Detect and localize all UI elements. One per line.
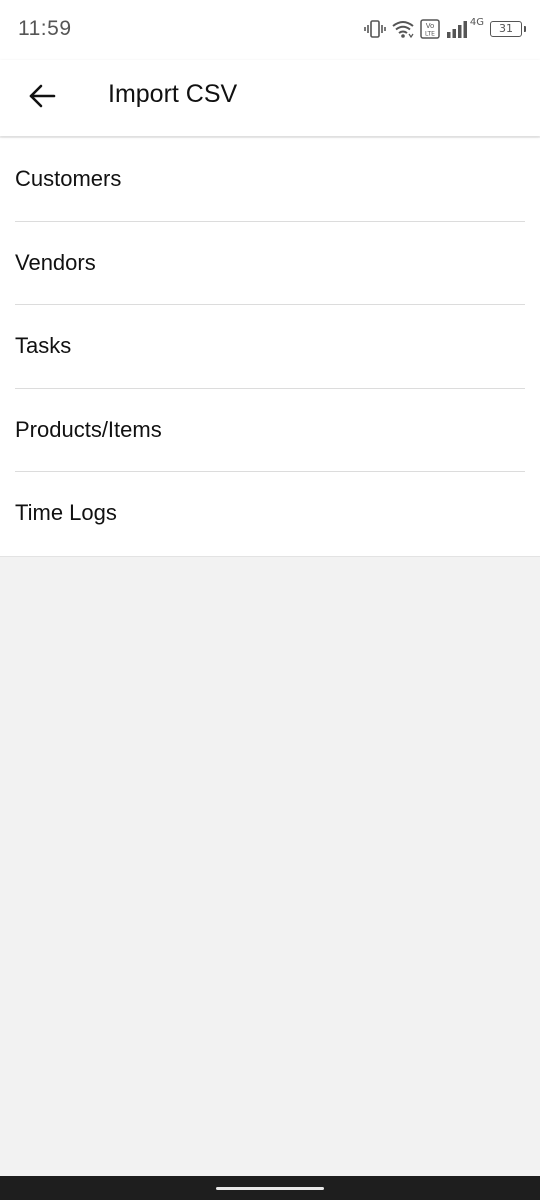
vibrate-icon <box>364 19 386 39</box>
home-indicator[interactable] <box>216 1187 324 1190</box>
signal-icon <box>446 19 468 39</box>
screen: 11:59 Vo LTE 4G 31 Import CSV Customers … <box>0 0 540 1200</box>
wifi-icon <box>392 19 414 39</box>
navigation-bar <box>0 1176 540 1200</box>
list-item-time-logs[interactable]: Time Logs <box>0 472 540 556</box>
page-title: Import CSV <box>108 80 238 108</box>
battery-level: 31 <box>499 22 513 35</box>
list-item-products-items[interactable]: Products/Items <box>0 389 540 472</box>
list-item-label: Products/Items <box>15 416 162 442</box>
app-bar: Import CSV <box>0 60 540 136</box>
list-item-tasks[interactable]: Tasks <box>0 305 540 389</box>
back-button[interactable] <box>20 76 64 120</box>
list-item-customers[interactable]: Customers <box>0 138 540 222</box>
arrow-left-icon <box>28 84 56 113</box>
status-time: 11:59 <box>18 17 72 40</box>
list-item-label: Vendors <box>15 249 96 275</box>
list-item-vendors[interactable]: Vendors <box>0 222 540 305</box>
list-item-label: Time Logs <box>15 500 117 525</box>
status-icons: Vo LTE 4G 31 <box>364 16 526 42</box>
import-type-list: Customers Vendors Tasks Products/Items T… <box>0 138 540 557</box>
status-bar: 11:59 Vo LTE 4G 31 <box>0 0 540 60</box>
network-type-label: 4G <box>469 16 484 28</box>
list-item-label: Tasks <box>15 333 72 358</box>
svg-text:Vo: Vo <box>426 22 435 30</box>
svg-text:LTE: LTE <box>425 31 435 38</box>
list-item-label: Customers <box>15 166 122 191</box>
battery-icon: 31 <box>490 21 526 37</box>
volte-icon: Vo LTE <box>420 19 440 39</box>
